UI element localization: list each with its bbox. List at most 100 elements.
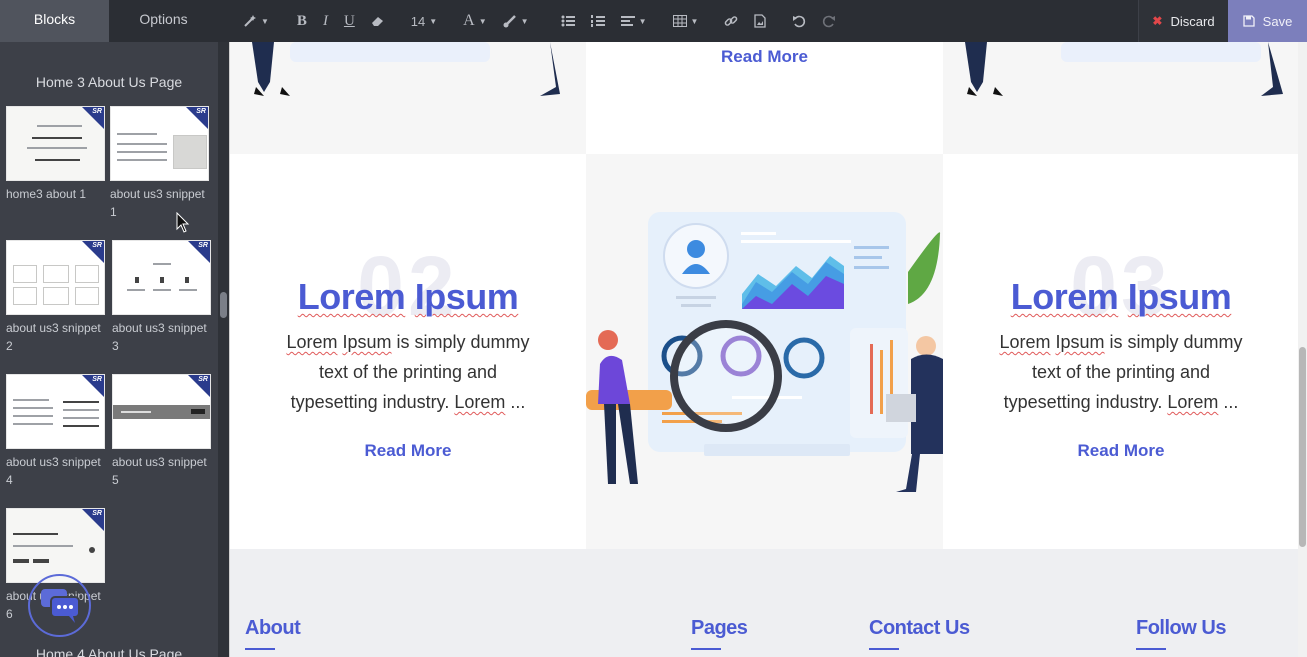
canvas-scrollbar[interactable] (1298, 42, 1307, 657)
tab-options[interactable]: Options (109, 0, 218, 42)
bold-button[interactable]: B (289, 0, 315, 42)
eraser-button[interactable] (363, 0, 393, 42)
save-button[interactable]: Save (1228, 0, 1307, 42)
section-title: Home 3 About Us Page (35, 74, 183, 90)
card-title-word: Ipsum (414, 276, 519, 317)
table-icon (672, 15, 687, 27)
editor-sidebar: Blocks Options Home 3 About Us Page SR h… (0, 0, 229, 657)
snippet-thumbnail[interactable]: SR (6, 240, 105, 315)
image-button[interactable] (746, 0, 774, 42)
save-icon (1243, 15, 1255, 27)
snippet-label: about us3 snippet 5 (112, 455, 207, 487)
footer-heading-about[interactable]: About (245, 617, 301, 640)
bullet-list-icon (561, 15, 575, 27)
discard-button[interactable]: ✖ Discard (1138, 0, 1228, 42)
bold-icon: B (296, 12, 307, 29)
page-canvas: Read More 02 Lorem Ipsum Lorem Ipsum is … (229, 42, 1298, 657)
card-text-line: Lorem Ipsum is simply dummy (286, 332, 530, 352)
font-color-dropdown[interactable]: A ▼ (455, 0, 494, 42)
card-text-line: text of the printing and (1031, 362, 1211, 382)
underline-button[interactable]: U (336, 0, 363, 42)
footer-heading-underline (245, 648, 275, 650)
footer-heading-underline (1136, 648, 1166, 650)
align-dropdown[interactable]: ▼ (613, 0, 655, 42)
card-title-word: Lorem (297, 276, 406, 317)
link-button[interactable] (716, 0, 746, 42)
snippet-thumbnail[interactable]: SR (6, 508, 105, 583)
numbered-list-button[interactable] (583, 0, 613, 42)
snippet-label: about us3 snippet 3 (112, 321, 207, 353)
card-text-line: Lorem Ipsum is simply dummy (999, 332, 1243, 352)
top-illustration-cell (943, 42, 1298, 154)
snippet-label: about us3 snippet 4 (6, 455, 101, 487)
illustration-image (252, 42, 560, 96)
badge-sr: SR (92, 376, 102, 383)
analytics-illustration-cell (586, 154, 943, 549)
illustration-image (965, 42, 1283, 96)
mouse-cursor-icon (176, 212, 190, 233)
card-title-word: Ipsum (1127, 276, 1232, 317)
snippet-label: about us3 snippet 1 (110, 187, 205, 219)
feature-card: 03 Lorem Ipsum Lorem Ipsum is simply dum… (943, 154, 1298, 549)
undo-button[interactable] (784, 0, 814, 42)
magic-wand-dropdown[interactable]: ▼ (229, 0, 277, 42)
font-size-dropdown[interactable]: 14 ▼ (403, 0, 445, 42)
close-icon: ✖ (1152, 14, 1163, 28)
snippet-label: about us3 snippet 2 (6, 321, 101, 353)
footer-heading-follow-us[interactable]: Follow Us (1136, 617, 1226, 640)
snippet-thumbnail[interactable]: SR (112, 240, 211, 315)
undo-icon (793, 15, 806, 28)
feature-card: 02 Lorem Ipsum Lorem Ipsum is simply dum… (230, 154, 586, 549)
redo-button[interactable] (814, 0, 844, 42)
footer-heading-contact-us[interactable]: Contact Us (869, 617, 970, 640)
snippet-home3-about-1[interactable]: SR home3 about 1 (6, 106, 106, 203)
card-text-line: text of the printing and (318, 362, 498, 382)
snippet-thumbnail[interactable]: SR (6, 374, 105, 449)
blocks-panel: Home 3 About Us Page SR home3 about 1 SR (0, 42, 218, 657)
sidebar-scrollbar-thumb[interactable] (220, 292, 227, 318)
snippet-about-us3-snippet-2[interactable]: SR about us3 snippet 2 (6, 240, 106, 355)
save-label: Save (1262, 13, 1293, 29)
snippet-about-us3-snippet-5[interactable]: SR about us3 snippet 5 (112, 374, 212, 489)
font-size-value: 14 (410, 13, 426, 29)
card-text-line: typesetting industry. Lorem ... (290, 392, 526, 412)
image-icon (754, 14, 767, 28)
card-title[interactable]: Lorem Ipsum (943, 276, 1298, 318)
footer-heading-pages[interactable]: Pages (691, 617, 748, 640)
eraser-icon (371, 17, 383, 26)
table-dropdown[interactable]: ▼ (665, 0, 707, 42)
snippet-about-us3-snippet-3[interactable]: SR about us3 snippet 3 (112, 240, 212, 355)
snippet-thumbnail[interactable]: SR (6, 106, 105, 181)
read-more-link[interactable]: Read More (586, 47, 943, 67)
footer-heading-underline (691, 648, 721, 650)
snippet-thumbnail[interactable]: SR (112, 374, 211, 449)
numbered-list-icon (590, 15, 605, 27)
font-color-icon: A (463, 12, 475, 29)
tab-blocks[interactable]: Blocks (0, 0, 109, 42)
snippet-thumbnail[interactable]: SR (110, 106, 209, 181)
card-title[interactable]: Lorem Ipsum (230, 276, 586, 318)
top-text-cell: Read More (586, 42, 943, 154)
read-more-link[interactable]: Read More (230, 441, 586, 461)
read-more-link[interactable]: Read More (943, 441, 1298, 461)
align-left-icon (620, 16, 635, 26)
badge-sr: SR (92, 242, 102, 249)
badge-sr: SR (92, 108, 102, 115)
highlight-dropdown[interactable]: ▼ (495, 0, 537, 42)
italic-button[interactable]: I (315, 0, 336, 42)
badge-sr: SR (198, 242, 208, 249)
snippet-label: home3 about 1 (6, 187, 87, 201)
sidebar-tabs: Blocks Options (0, 0, 229, 42)
chat-button[interactable] (28, 574, 91, 637)
analytics-illustration (586, 212, 943, 492)
underline-icon: U (343, 12, 355, 29)
canvas-scrollbar-thumb[interactable] (1299, 347, 1306, 547)
snippet-about-us3-snippet-1[interactable]: SR about us3 snippet 1 (110, 106, 210, 221)
sidebar-scrollbar[interactable] (218, 42, 229, 657)
top-illustration-cell (230, 42, 586, 154)
bullet-list-button[interactable] (553, 0, 583, 42)
card-description[interactable]: Lorem Ipsum is simply dummy text of the … (270, 327, 546, 417)
snippet-about-us3-snippet-4[interactable]: SR about us3 snippet 4 (6, 374, 106, 489)
card-description[interactable]: Lorem Ipsum is simply dummy text of the … (983, 327, 1259, 417)
italic-icon: I (322, 12, 328, 29)
